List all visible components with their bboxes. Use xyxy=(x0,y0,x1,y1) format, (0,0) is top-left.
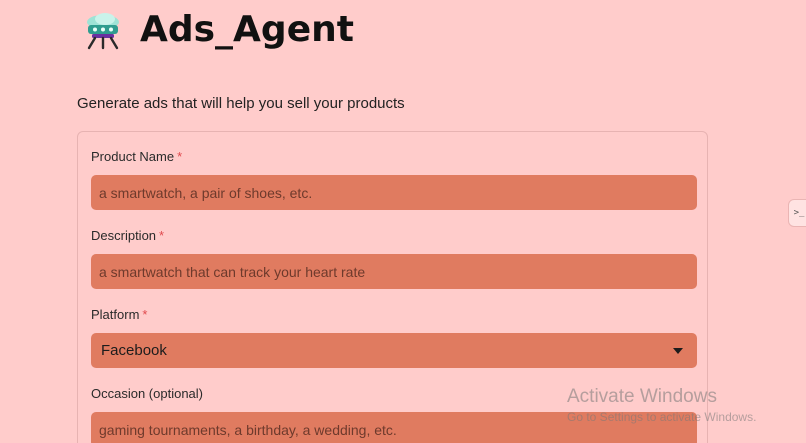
platform-selected-value: Facebook xyxy=(101,342,167,359)
required-mark: * xyxy=(159,228,165,243)
platform-label-text: Platform xyxy=(91,307,140,322)
required-mark: * xyxy=(142,307,148,322)
product-name-label: Product Name * xyxy=(91,149,182,164)
chevron-down-icon xyxy=(673,347,683,354)
app-title: Ads_Agent xyxy=(140,8,354,50)
description-label-text: Description xyxy=(91,228,157,243)
required-mark: * xyxy=(177,149,183,164)
terminal-icon: >_ xyxy=(793,208,805,218)
page-subtitle: Generate ads that will help you sell you… xyxy=(77,95,405,112)
description-input[interactable] xyxy=(91,254,697,289)
ad-form: Product Name* Description* Platform* Fac… xyxy=(77,131,708,443)
platform-select[interactable]: Facebook xyxy=(91,333,697,368)
header: Ads_Agent xyxy=(82,6,354,52)
sidebar-toggle-button[interactable]: >_ xyxy=(788,199,806,227)
app-page: Ads_Agent Generate ads that will help yo… xyxy=(0,0,806,443)
platform-label: Platform * xyxy=(91,307,147,322)
ufo-robot-icon xyxy=(87,13,119,50)
product-name-label-text: Product Name xyxy=(91,149,175,164)
occasion-input[interactable] xyxy=(91,412,697,443)
product-name-input[interactable] xyxy=(91,175,697,210)
occasion-label-text: Occasion (optional) xyxy=(91,386,203,401)
occasion-label: Occasion (optional) xyxy=(91,386,203,401)
description-label: Description * xyxy=(91,228,164,243)
